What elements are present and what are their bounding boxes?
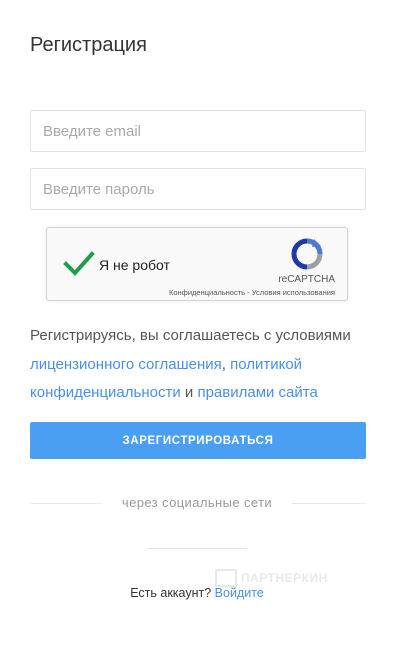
recaptcha-separator: - [247,288,250,297]
watermark: ПАРТНЕРКИН [215,569,328,587]
recaptcha-brand: reCAPTCHA [278,274,335,285]
divider-right [292,503,366,504]
email-field-wrapper [30,110,366,152]
email-field[interactable] [31,111,365,151]
password-field[interactable] [31,169,365,209]
agreement-comma: , [221,355,226,373]
site-rules-link[interactable]: правилами сайта [197,384,317,401]
agreement-prefix: Регистрируясь, вы соглашаетесь с условия… [30,327,351,344]
agreement-text: Регистрируясь, вы соглашаетесь с условия… [30,322,370,408]
recaptcha-privacy-link[interactable]: Конфиденциальность [169,288,245,297]
social-login-label: через социальные сети [121,495,273,510]
agreement-and: и [184,384,194,401]
register-button[interactable]: ЗАРЕГИСТРИРОВАТЬСЯ [30,422,366,459]
checkmark-icon[interactable] [63,250,95,278]
divider-left [30,503,102,504]
password-field-wrapper [30,168,366,210]
recaptcha-widget: Я не робот reCAPTCHA Конфиденциальность … [46,227,348,301]
watermark-logo-icon [215,569,237,587]
recaptcha-links: Конфиденциальность - Условия использован… [169,288,335,297]
social-placeholder-line [147,548,247,549]
recaptcha-terms-link[interactable]: Условия использования [252,288,335,297]
recaptcha-logo-icon [291,238,323,270]
login-row: Есть аккаунт? Войдите [0,586,394,600]
watermark-text: ПАРТНЕРКИН [241,571,328,585]
recaptcha-label: Я не робот [99,257,170,273]
login-link[interactable]: Войдите [215,586,264,600]
page-title: Регистрация [30,34,147,56]
login-prompt: Есть аккаунт? [130,586,212,600]
license-agreement-link[interactable]: лицензионного соглашения [30,356,222,373]
